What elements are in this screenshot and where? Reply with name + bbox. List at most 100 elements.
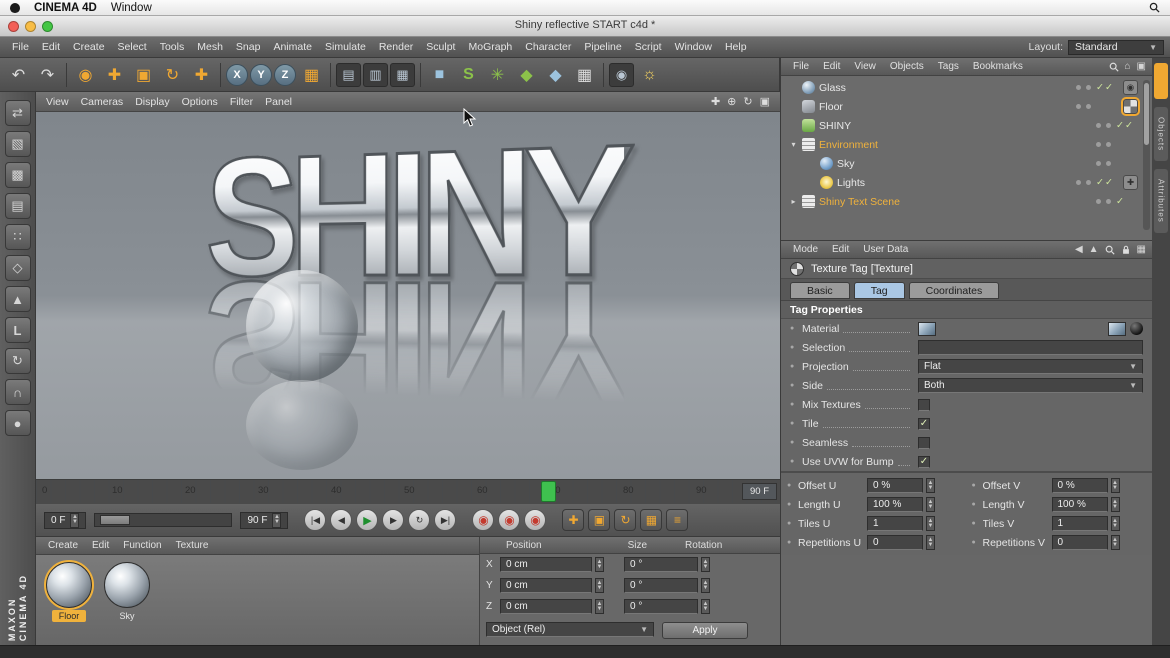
stepper-icon[interactable]: ▲▼ <box>272 513 281 528</box>
stepper-icon[interactable]: ▲▼ <box>595 599 604 614</box>
stepper-icon[interactable]: ▲▼ <box>926 516 935 531</box>
live-selection-button[interactable]: ◉ <box>72 61 99 89</box>
viewport-3d[interactable]: SHINY SHINY <box>36 112 780 480</box>
object-row[interactable]: ▾ Environment <box>781 135 1152 154</box>
editor-visibility-dot[interactable] <box>1096 123 1101 128</box>
om-menu-bookmarks[interactable]: Bookmarks <box>967 60 1029 73</box>
side-select[interactable]: Both ▼ <box>918 378 1143 393</box>
render-visibility-dot[interactable] <box>1086 104 1091 109</box>
rotation-b-field[interactable]: 0 ° <box>624 599 698 614</box>
menu-animate[interactable]: Animate <box>267 39 318 55</box>
object-label[interactable]: Glass <box>819 82 846 94</box>
tiles-u-field[interactable]: 1 <box>867 516 923 531</box>
key-pla-toggle[interactable]: ≡ <box>666 509 688 531</box>
toggle-view-icon[interactable]: ▣ <box>760 95 770 108</box>
projection-select[interactable]: Flat ▼ <box>918 359 1143 374</box>
length-u-field[interactable]: 100 % <box>867 497 923 512</box>
edges-mode-button[interactable]: ◇ <box>5 255 31 281</box>
menu-snap[interactable]: Snap <box>230 39 267 55</box>
om-menu-file[interactable]: File <box>787 60 815 73</box>
object-tree-scrollbar[interactable] <box>1143 80 1150 230</box>
object-row[interactable]: Glass ✓✓ ◉ <box>781 78 1152 97</box>
history-back-icon[interactable]: ◀ <box>1075 244 1083 255</box>
tab-tag[interactable]: Tag <box>854 282 905 299</box>
render-settings-button[interactable]: ▥ <box>363 63 388 87</box>
glass-sphere[interactable] <box>246 270 358 382</box>
timeline-playhead[interactable] <box>541 481 556 502</box>
macos-app-name[interactable]: CINEMA 4D <box>34 2 97 14</box>
rotation-p-field[interactable]: 0 ° <box>624 578 698 593</box>
apply-button[interactable]: Apply <box>662 622 748 639</box>
move-tool-button[interactable]: ✚ <box>101 61 128 89</box>
menu-select[interactable]: Select <box>112 39 153 55</box>
active-layout-tab[interactable] <box>1154 63 1168 99</box>
seamless-checkbox[interactable] <box>918 437 930 449</box>
new-panel-icon[interactable]: ▦ <box>1137 244 1146 255</box>
object-row[interactable]: SHINY ✓✓ <box>781 116 1152 135</box>
menu-pipeline[interactable]: Pipeline <box>578 39 627 55</box>
render-view-button[interactable]: ▤ <box>336 63 361 87</box>
lock-y-axis-button[interactable]: Y <box>250 64 272 86</box>
redo-button[interactable]: ↷ <box>34 61 61 89</box>
current-frame-field[interactable]: 0 F ▲▼ <box>44 512 86 529</box>
material-name[interactable]: Floor <box>52 610 87 622</box>
goto-end-button[interactable]: ▶| <box>434 509 456 531</box>
mix-textures-checkbox[interactable] <box>918 399 930 411</box>
render-queue-button[interactable]: ▦ <box>390 63 415 87</box>
render-visibility-dot[interactable] <box>1106 142 1111 147</box>
viewport-menu-view[interactable]: View <box>46 96 69 108</box>
menu-file[interactable]: File <box>6 39 35 55</box>
menu-edit[interactable]: Edit <box>36 39 66 55</box>
stepper-icon[interactable]: ▲▼ <box>701 578 710 593</box>
viewport-menu-display[interactable]: Display <box>135 96 169 108</box>
render-visibility-dot[interactable] <box>1106 161 1111 166</box>
om-menu-edit[interactable]: Edit <box>817 60 846 73</box>
menu-render[interactable]: Render <box>373 39 419 55</box>
viewport-menu-filter[interactable]: Filter <box>230 96 253 108</box>
tile-checkbox[interactable]: ✓ <box>918 418 930 430</box>
length-v-field[interactable]: 100 % <box>1052 497 1108 512</box>
stepper-icon[interactable]: ▲▼ <box>926 497 935 512</box>
materials-menu-create[interactable]: Create <box>42 539 84 552</box>
object-row[interactable]: Sky <box>781 154 1152 173</box>
lock-x-axis-button[interactable]: X <box>226 64 248 86</box>
render-visibility-dot[interactable] <box>1106 199 1111 204</box>
pan-view-icon[interactable]: ✚ <box>711 95 720 108</box>
search-icon[interactable] <box>1109 62 1119 72</box>
menu-tools[interactable]: Tools <box>154 39 191 55</box>
previous-frame-button[interactable]: ◀ <box>330 509 352 531</box>
repetitions-v-field[interactable]: 0 <box>1052 535 1108 550</box>
rotate-view-icon[interactable]: ↻ <box>743 95 752 108</box>
om-menu-view[interactable]: View <box>848 60 882 73</box>
undo-button[interactable]: ↶ <box>5 61 32 89</box>
stepper-icon[interactable]: ▲▼ <box>1111 535 1120 550</box>
panel-options-icon[interactable]: ▣ <box>1137 61 1146 72</box>
lock-icon[interactable] <box>1121 245 1131 255</box>
enabled-check[interactable]: ✓✓ <box>1096 82 1118 93</box>
expand-arrow-icon[interactable]: ▸ <box>789 197 798 206</box>
editor-visibility-dot[interactable] <box>1096 199 1101 204</box>
enabled-check[interactable]: ✓ <box>1116 196 1138 207</box>
add-deformer-button[interactable]: ◆ <box>513 61 540 89</box>
tab-coordinates[interactable]: Coordinates <box>909 282 1000 299</box>
objects-panel-tab[interactable]: Objects <box>1154 107 1168 161</box>
coordinate-system-button[interactable]: ▦ <box>298 61 325 89</box>
window-titlebar[interactable]: Shiny reflective START c4d * <box>0 16 1170 37</box>
make-editable-button[interactable]: ⇄ <box>5 100 31 126</box>
editor-visibility-dot[interactable] <box>1076 104 1081 109</box>
stepper-icon[interactable]: ▲▼ <box>926 478 935 493</box>
viewport-menu-options[interactable]: Options <box>182 96 218 108</box>
om-menu-tags[interactable]: Tags <box>932 60 965 73</box>
step per-icon[interactable]: ▲▼ <box>701 557 710 572</box>
goto-start-button[interactable]: |◀ <box>304 509 326 531</box>
repetitions-u-field[interactable]: 0 <box>867 535 923 550</box>
scale-tool-button[interactable]: ▣ <box>130 61 157 89</box>
play-button[interactable]: ▶ <box>356 509 378 531</box>
viewport-menu-panel[interactable]: Panel <box>265 96 292 108</box>
stepper-icon[interactable]: ▲▼ <box>1111 478 1120 493</box>
object-label[interactable]: Floor <box>819 101 843 113</box>
editor-visibility-dot[interactable] <box>1096 142 1101 147</box>
add-spline-button[interactable]: S <box>455 61 482 89</box>
timeline-end-frame[interactable]: 90 F <box>742 483 777 500</box>
points-mode-button[interactable]: ∷ <box>5 224 31 250</box>
